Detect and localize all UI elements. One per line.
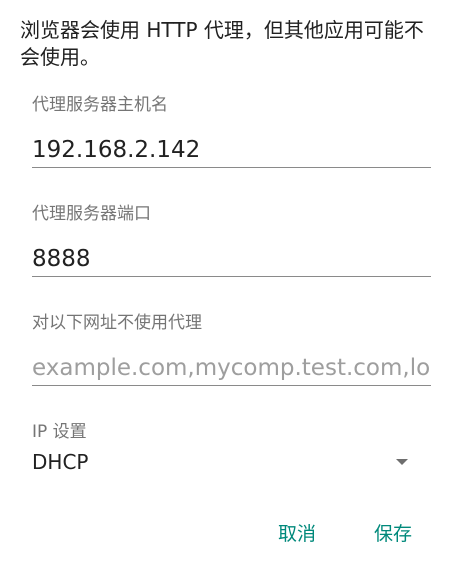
bypass-input[interactable]: example.com,mycomp.test.com,localhost bbox=[32, 350, 431, 386]
cancel-button[interactable]: 取消 bbox=[278, 516, 316, 548]
chevron-down-icon bbox=[396, 459, 408, 465]
save-button[interactable]: 保存 bbox=[374, 516, 412, 548]
proxy-port-label: 代理服务器端口 bbox=[32, 204, 151, 224]
ip-settings-dropdown[interactable]: DHCP bbox=[32, 447, 412, 477]
proxy-description: 浏览器会使用 HTTP 代理，但其他应用可能不会使用。 bbox=[20, 18, 424, 69]
ip-settings-value: DHCP bbox=[32, 450, 89, 474]
proxy-port-input[interactable]: 8888 bbox=[32, 241, 431, 277]
proxy-host-label: 代理服务器主机名 bbox=[32, 95, 168, 115]
proxy-settings-dialog: 浏览器会使用 HTTP 代理，但其他应用可能不会使用。 代理服务器主机名 192… bbox=[0, 0, 457, 565]
ip-settings-label: IP 设置 bbox=[32, 422, 87, 442]
bypass-label: 对以下网址不使用代理 bbox=[32, 313, 202, 333]
proxy-host-input[interactable]: 192.168.2.142 bbox=[32, 132, 431, 168]
